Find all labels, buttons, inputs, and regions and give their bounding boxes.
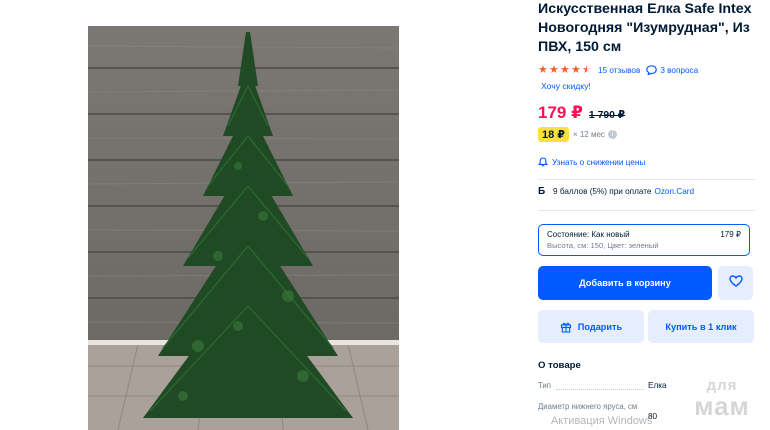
rating-row: ★ ★ ★ ★ ★ 15 отзывов 3 вопроса — [538, 63, 698, 77]
windows-activation-overlay: Активация Windows — [551, 415, 653, 427]
variant-condition: Состояние: Как новый — [547, 230, 630, 239]
question-bubble-icon — [646, 65, 658, 75]
price-row: 179 ₽ 1 790 ₽ — [538, 103, 625, 123]
spec-dots-leader — [556, 389, 644, 390]
spec-value: Елка — [648, 381, 667, 390]
divider — [538, 210, 755, 211]
bonus-row: Б 9 баллов (5%) при оплате Ozon.Card — [538, 186, 694, 197]
bonus-text: 9 баллов (5%) при оплате — [553, 187, 652, 196]
gift-button-label: Подарить — [577, 321, 623, 332]
reviews-link[interactable]: 15 отзывов — [598, 66, 640, 75]
rating-stars[interactable]: ★ ★ ★ ★ ★ — [538, 64, 592, 76]
price-drop-notify[interactable]: Узнать о снижении цены — [538, 157, 645, 167]
buy-one-click-button[interactable]: Купить в 1 клик — [648, 310, 754, 343]
favorite-button[interactable] — [718, 266, 753, 300]
add-to-cart-button[interactable]: Добавить в корзину — [538, 266, 712, 300]
info-icon[interactable]: i — [607, 130, 617, 139]
product-info-panel: Искусственная Елка Safe Intex Новогодняя… — [538, 0, 770, 430]
variant-details: Высота, см: 150, Цвет: зеленый — [547, 241, 659, 250]
star-icon: ★ — [571, 64, 581, 76]
gift-button[interactable]: Подарить — [538, 310, 644, 343]
about-section-title: О товаре — [538, 360, 581, 371]
spec-label: Диаметр нижнего яруса, см — [538, 402, 638, 411]
bell-icon — [538, 157, 548, 167]
old-price: 1 790 ₽ — [588, 110, 626, 121]
installment-row[interactable]: 18 ₽ × 12 мес i — [538, 127, 617, 142]
star-icon: ★ — [560, 64, 570, 76]
ozon-card-link[interactable]: Ozon.Card — [654, 187, 694, 196]
price-drop-notify-label: Узнать о снижении цены — [552, 157, 646, 167]
bonus-icon: Б — [538, 186, 546, 197]
watermark-bottom-text: мам — [694, 391, 750, 421]
current-price: 179 ₽ — [538, 103, 583, 122]
installment-term: × 12 мес — [572, 130, 605, 139]
heart-icon — [728, 274, 743, 292]
product-title: Искусственная Елка Safe Intex Новогодняя… — [538, 1, 752, 55]
star-icon: ★ — [538, 64, 548, 76]
installment-amount-badge: 18 ₽ — [538, 127, 569, 142]
gift-icon — [560, 321, 572, 333]
watermark: для мам — [682, 378, 762, 419]
star-half-icon: ★ — [582, 64, 592, 76]
spec-label: Тип — [538, 381, 551, 390]
variant-price: 179 ₽ — [720, 230, 741, 239]
product-photo[interactable] — [88, 26, 399, 430]
divider — [538, 179, 755, 180]
discount-request-link[interactable]: Хочу скидку! — [541, 81, 591, 91]
questions-link[interactable]: 3 вопроса — [660, 66, 698, 75]
star-icon: ★ — [549, 64, 559, 76]
variant-option-selected[interactable]: Состояние: Как новый 179 ₽ Высота, см: 1… — [538, 224, 750, 256]
